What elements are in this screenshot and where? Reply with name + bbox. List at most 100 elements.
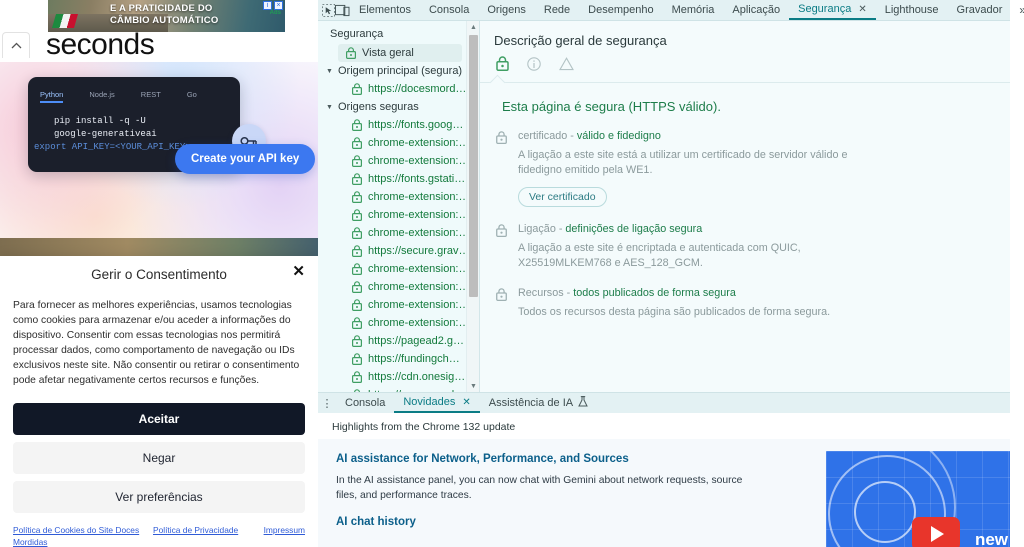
drawer-tab-consola[interactable]: Consola [336,393,394,413]
collapse-ad-button[interactable] [2,32,30,58]
site-logo-text[interactable]: seconds [46,28,155,62]
tab-consola[interactable]: Consola [420,0,478,20]
sidebar-origin-label: chrome-extension:… [368,209,470,221]
lock-icon[interactable] [496,56,509,76]
sidebar-origin-main[interactable]: https://docesmord… [318,80,479,98]
scroll-down-icon[interactable]: ▼ [467,380,479,392]
sidebar-origin-label: https://secure.grav… [368,245,470,257]
sidebar-origin-item[interactable]: chrome-extension:… [318,260,479,278]
more-tabs-icon[interactable]: » [1011,0,1024,20]
sidebar-origin-item[interactable]: chrome-extension:… [318,206,479,224]
lock-icon [352,317,362,329]
impressum-link[interactable]: Impressum [245,524,305,547]
sidebar-origin-item[interactable]: https://fundingch… [318,350,479,368]
block-text: A ligação a este site é encriptada e aut… [518,242,801,269]
devtools-drawer: ⋮ Consola Novidades ✕ Assistência de IA … [318,392,1010,547]
sidebar-origin-item[interactable]: chrome-extension:… [318,314,479,332]
sidebar-origin-item[interactable]: https://www.googl… [318,386,479,392]
drawer-menu-icon[interactable]: ⋮ [318,393,336,413]
view-certificate-button[interactable]: Ver certificado [518,187,607,207]
lock-icon [496,223,518,271]
tab-origens[interactable]: Origens [478,0,535,20]
info-icon[interactable] [527,56,541,76]
sidebar-group-main-origin[interactable]: ▼ Origem principal (segura) [318,62,479,80]
code-tab-python[interactable]: Python [40,90,64,103]
ad-text: E A PRATICIDADE DO CÂMBIO AUTOMÁTICO [110,3,218,26]
lock-icon [346,47,356,59]
deny-button[interactable]: Negar [13,441,305,474]
lock-icon [352,173,362,185]
sidebar-origin-item[interactable]: https://pagead2.g… [318,332,479,350]
tab-rede[interactable]: Rede [535,0,579,20]
secure-origin-list: https://fonts.goog… chrome-extension:… chr… [318,116,479,392]
code-tab-nodejs[interactable]: Node.js [89,90,114,103]
create-api-key-button[interactable]: Create your API key [175,144,316,174]
block-value: válido e fidedigno [576,130,661,142]
sidebar-origin-item[interactable]: chrome-extension:… [318,188,479,206]
lock-icon [352,389,362,392]
sidebar-origin-item[interactable]: chrome-extension:… [318,278,479,296]
lock-icon [352,137,362,149]
cookie-policy-link[interactable]: Política de Cookies do Site Doces Mordid… [13,524,153,547]
tab-lighthouse[interactable]: Lighthouse [876,0,948,20]
sidebar-origin-label: https://docesmord… [368,83,467,95]
drawer-tab-ai-assistance[interactable]: Assistência de IA [480,393,597,413]
ad-close-icon[interactable]: × [274,1,283,10]
tab-label: Assistência de IA [488,397,574,409]
lock-icon [496,130,518,207]
sidebar-origin-label: chrome-extension:… [368,227,470,239]
tab-label: Lighthouse [884,4,939,16]
code-tab-go[interactable]: Go [187,90,197,103]
block-text: Todos os recursos desta página são publi… [518,306,831,318]
sidebar-origin-label: chrome-extension:… [368,263,470,275]
sidebar-origin-item[interactable]: chrome-extension:… [318,134,479,152]
sidebar-origin-label: https://fonts.goog… [368,119,464,131]
scroll-up-icon[interactable]: ▲ [467,21,479,33]
youtube-play-icon[interactable] [912,517,960,547]
lock-icon [352,335,362,347]
close-icon[interactable]: ✕ [462,397,470,408]
close-icon[interactable]: ✕ [292,264,305,279]
sidebar-origin-label: chrome-extension:… [368,191,470,203]
tab-label: Novidades [403,396,456,408]
close-icon[interactable]: ✕ [858,4,866,15]
sidebar-origin-item[interactable]: chrome-extension:… [318,152,479,170]
code-tab-rest[interactable]: REST [141,90,161,103]
sidebar-origin-item[interactable]: chrome-extension:… [318,296,479,314]
device-toolbar-icon[interactable] [335,0,350,20]
tab-gravador[interactable]: Gravador [948,0,1012,20]
drawer-tab-novidades[interactable]: Novidades ✕ [394,393,480,413]
divider [480,82,1010,83]
sidebar-origin-label: https://fonts.gstati… [368,173,466,185]
consent-description: Para fornecer as melhores experiências, … [13,300,300,387]
sidebar-origin-item[interactable]: chrome-extension:… [318,224,479,242]
tab-label: Gravador [956,4,1003,16]
sidebar-origin-item[interactable]: https://secure.grav… [318,242,479,260]
tab-aplicacao[interactable]: Aplicação [723,0,789,20]
whats-new-subtitle: Highlights from the Chrome 132 update [332,421,516,433]
warning-icon[interactable] [559,56,574,76]
preferences-button[interactable]: Ver preferências [13,480,305,513]
sidebar-origin-item[interactable]: https://fonts.goog… [318,116,479,134]
tab-memoria[interactable]: Memória [663,0,724,20]
consent-header: Gerir o Consentimento ✕ [13,256,305,292]
scrollbar-thumb[interactable] [469,35,478,297]
privacy-policy-link[interactable]: Política de Privacidade [153,524,245,547]
tab-seguranca[interactable]: Segurança ✕ [789,0,876,20]
sidebar-origin-item[interactable]: https://fonts.gstati… [318,170,479,188]
sidebar-item-overview[interactable]: Vista geral [338,44,462,62]
screen-root: E A PRATICIDADE DO CÂMBIO AUTOMÁTICO i ×… [0,0,1024,547]
sidebar-group-secure-origins[interactable]: ▼ Origens seguras [318,98,479,116]
security-block-certificate: certificado - válido e fidedigno A ligaç… [480,114,1010,207]
tab-desempenho[interactable]: Desempenho [579,0,662,20]
inspect-element-icon[interactable] [322,0,335,20]
sidebar-scrollbar[interactable]: ▲ ▼ [466,21,479,392]
accept-button[interactable]: Aceitar [13,402,305,435]
tab-elementos[interactable]: Elementos [350,0,420,20]
sidebar-origin-item[interactable]: https://cdn.onesig… [318,368,479,386]
chevron-down-icon: ▼ [326,67,333,75]
sidebar-item-label: Vista geral [362,47,414,59]
block-body: Ligação - definições de ligação segura A… [518,223,1010,271]
ad-info-icon[interactable]: i [263,1,272,10]
whats-new-video-thumbnail[interactable]: new [826,451,1010,547]
